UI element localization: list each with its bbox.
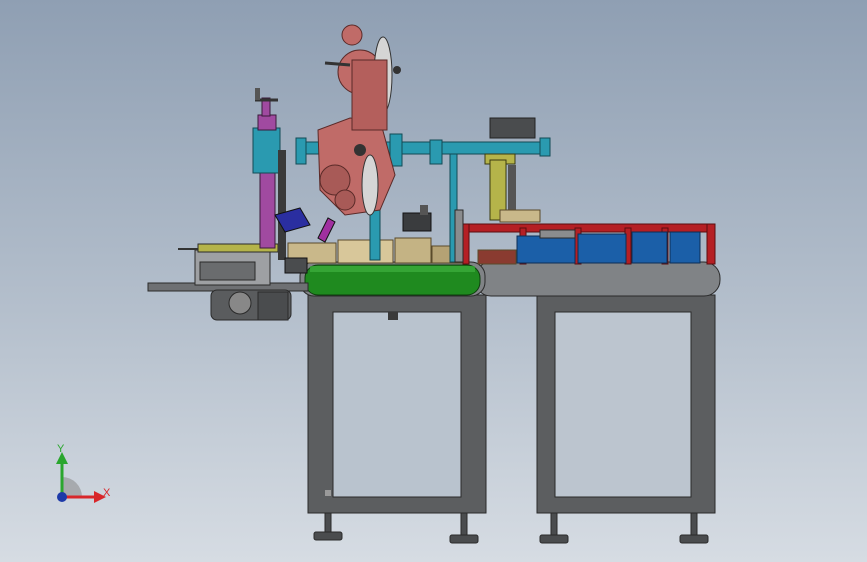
leveling-feet	[313, 511, 709, 544]
y-axis-label: Y	[57, 443, 65, 455]
x-axis-label: X	[103, 487, 111, 499]
machine-assembly-model[interactable]	[0, 0, 867, 562]
coordinate-triad: Y X	[56, 443, 111, 503]
conveyor-belt	[304, 264, 481, 296]
z-axis-dot	[57, 492, 67, 502]
motor	[402, 205, 432, 232]
frame-right	[536, 294, 716, 514]
conveyor-items	[287, 237, 517, 265]
cad-viewport[interactable]: Y X	[0, 0, 867, 562]
gantry	[484, 117, 541, 223]
labeling-head	[317, 24, 401, 216]
vertical-column	[252, 88, 281, 249]
frame-left	[307, 294, 487, 514]
